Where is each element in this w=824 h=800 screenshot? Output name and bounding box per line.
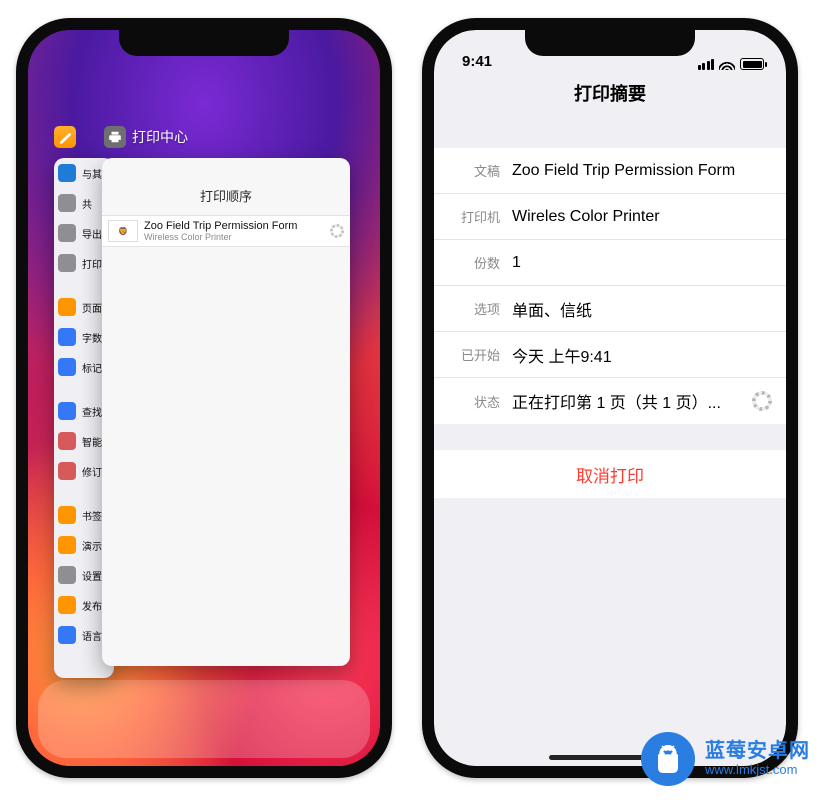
sidebar-item-label: 语言 <box>82 628 102 643</box>
row-label: 文稿 <box>452 161 506 180</box>
sidebar-item-icon <box>58 164 76 182</box>
print-job-document: Zoo Field Trip Permission Form <box>144 220 324 232</box>
sidebar-item-label: 发布 <box>82 598 102 613</box>
sidebar-item-icon <box>58 566 76 584</box>
row-value: 今天 上午9:41 <box>506 343 772 367</box>
sidebar-item-label: 修订 <box>82 464 102 479</box>
sidebar-item-label: 查找 <box>82 404 102 419</box>
sidebar-item-icon <box>58 536 76 554</box>
battery-icon <box>740 58 764 70</box>
watermark-url: www.lmkjst.com <box>705 763 810 778</box>
summary-group: 文稿 Zoo Field Trip Permission Form 打印机 Wi… <box>434 148 786 424</box>
row-label: 选项 <box>452 299 506 318</box>
print-center-app-icon <box>104 126 126 148</box>
pages-app-icon <box>54 126 76 148</box>
switcher-front-label-text: 打印中心 <box>132 127 188 147</box>
row-options: 选项 单面、信纸 <box>434 286 786 332</box>
cancel-print-button[interactable]: 取消打印 <box>434 450 786 498</box>
sidebar-item-icon <box>58 224 76 242</box>
wifi-icon <box>719 58 735 70</box>
row-label: 打印机 <box>452 207 506 226</box>
print-job-thumbnail-icon: 🦁 <box>108 220 138 242</box>
phone-right: 9:41 打印摘要 文稿 Zoo Field Trip Permission F… <box>422 18 798 778</box>
sidebar-item-label: 智能 <box>82 434 102 449</box>
status-time: 9:41 <box>462 53 492 70</box>
print-job-printer: Wireless Color Printer <box>144 232 324 242</box>
row-value: Zoo Field Trip Permission Form <box>506 162 772 180</box>
sidebar-item-label: 与其 <box>82 166 102 181</box>
row-value: 单面、信纸 <box>506 297 772 321</box>
sidebar-item-icon <box>58 194 76 212</box>
sidebar-item-icon <box>58 254 76 272</box>
sidebar-item-label: 导出 <box>82 226 102 241</box>
sidebar-item-icon <box>58 462 76 480</box>
sidebar-item-icon <box>58 358 76 376</box>
screen-right: 9:41 打印摘要 文稿 Zoo Field Trip Permission F… <box>434 30 786 766</box>
sidebar-item-label: 共 <box>82 196 92 211</box>
sidebar-item-icon <box>58 328 76 346</box>
sidebar-item-label: 标记 <box>82 360 102 375</box>
spinner-icon <box>752 391 772 411</box>
sidebar-item-label: 字数 <box>82 330 102 345</box>
screen-left: 打印中心 与其共导出打印页面字数标记查找智能修订书签演示设置发布语言 打印顺序 … <box>28 30 380 766</box>
sidebar-item-label: 打印 <box>82 256 102 271</box>
row-value: 正在打印第 1 页（共 1 页）... <box>506 389 752 413</box>
notch <box>525 30 695 56</box>
notch <box>119 30 289 56</box>
sidebar-item-label: 设置 <box>82 568 102 583</box>
row-document: 文稿 Zoo Field Trip Permission Form <box>434 148 786 194</box>
row-label: 已开始 <box>452 345 506 364</box>
row-started: 已开始 今天 上午9:41 <box>434 332 786 378</box>
sidebar-item-label: 演示 <box>82 538 102 553</box>
cancel-group: 取消打印 <box>434 450 786 498</box>
row-printer: 打印机 Wireles Color Printer <box>434 194 786 240</box>
sidebar-item-icon <box>58 626 76 644</box>
sidebar-item-icon <box>58 298 76 316</box>
sidebar-item-icon <box>58 402 76 420</box>
sidebar-item-icon <box>58 432 76 450</box>
row-copies: 份数 1 <box>434 240 786 286</box>
sidebar-item-label: 页面 <box>82 300 102 315</box>
row-value: 1 <box>506 254 772 272</box>
watermark-logo-icon <box>641 732 695 786</box>
row-label: 状态 <box>452 392 506 411</box>
cellular-signal-icon <box>698 59 715 70</box>
watermark-title: 蓝莓安卓网 <box>705 740 810 763</box>
home-dock <box>38 680 370 758</box>
switcher-front-label: 打印中心 <box>104 126 188 148</box>
nav-title: 打印摘要 <box>434 72 786 120</box>
row-status: 状态 正在打印第 1 页（共 1 页）... <box>434 378 786 424</box>
print-center-title: 打印顺序 <box>102 158 350 215</box>
sidebar-item-icon <box>58 596 76 614</box>
switcher-back-label <box>54 126 76 148</box>
print-job-row[interactable]: 🦁 Zoo Field Trip Permission Form Wireles… <box>102 215 350 247</box>
spinner-icon <box>330 224 344 238</box>
row-label: 份数 <box>452 253 506 272</box>
watermark: 蓝莓安卓网 www.lmkjst.com <box>641 732 810 786</box>
switcher-card-front[interactable]: 打印顺序 🦁 Zoo Field Trip Permission Form Wi… <box>102 158 350 666</box>
phone-left: 打印中心 与其共导出打印页面字数标记查找智能修订书签演示设置发布语言 打印顺序 … <box>16 18 392 778</box>
sidebar-item-label: 书签 <box>82 508 102 523</box>
sidebar-item-icon <box>58 506 76 524</box>
row-value: Wireles Color Printer <box>506 208 772 226</box>
